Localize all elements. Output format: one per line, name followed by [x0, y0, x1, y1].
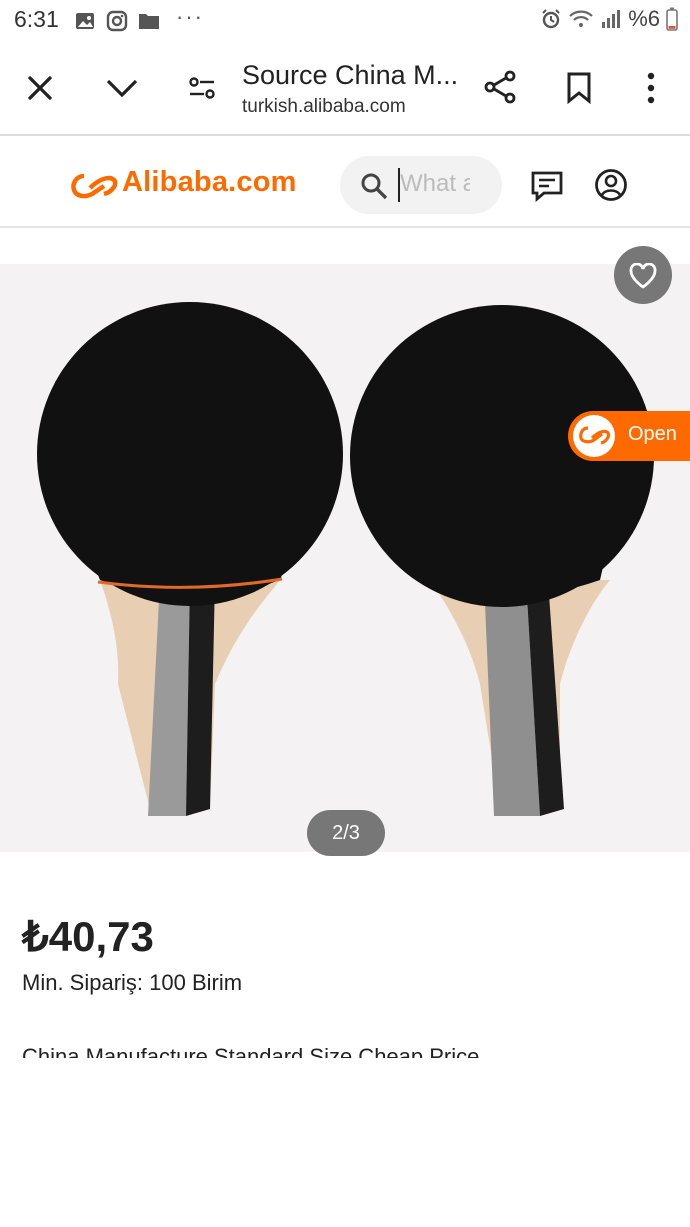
status-time: 6:31	[14, 6, 59, 32]
account-icon[interactable]	[594, 168, 628, 202]
page-settings-icon[interactable]	[188, 74, 216, 102]
folder-icon	[139, 14, 159, 29]
page-title[interactable]: Source China M...	[242, 60, 458, 91]
share-icon[interactable]	[484, 70, 516, 104]
alarm-icon	[542, 9, 560, 29]
product-image	[37, 302, 654, 816]
heart-icon	[629, 263, 657, 289]
instagram-icon	[106, 10, 128, 32]
search-icon	[361, 173, 388, 200]
more-notifications-icon: ···	[176, 4, 204, 29]
battery-percent: %6	[628, 6, 660, 31]
status-bar: 6:31 ··· %6	[0, 0, 690, 44]
min-order: Min. Sipariş: 100 Birim	[22, 970, 243, 995]
search-input[interactable]: What a	[340, 156, 502, 214]
gallery-icon	[76, 13, 94, 29]
battery-icon	[666, 7, 678, 31]
open-app-button[interactable]: Open	[568, 411, 690, 461]
more-options-icon[interactable]	[644, 72, 658, 104]
signal-icon	[602, 10, 621, 28]
image-counter: 2/3	[307, 810, 385, 856]
wifi-icon	[569, 10, 593, 27]
status-indicators: %6	[540, 6, 678, 32]
open-app-label: Open	[628, 423, 677, 445]
product-image-gallery[interactable]	[0, 264, 690, 852]
search-placeholder: What a	[400, 170, 470, 197]
browser-toolbar: Source China M... turkish.alibaba.com	[0, 44, 690, 136]
alibaba-app-icon	[573, 415, 615, 457]
alibaba-logo-icon[interactable]	[70, 172, 120, 200]
product-title-text: China Manufacture Standard Size Cheap Pr…	[22, 1044, 480, 1058]
close-icon[interactable]	[26, 74, 54, 102]
product-title[interactable]: China Manufacture Standard Size Cheap Pr…	[22, 1044, 682, 1058]
bookmark-icon[interactable]	[566, 72, 592, 104]
chevron-down-icon[interactable]	[106, 78, 138, 98]
favorite-button[interactable]	[614, 246, 672, 304]
alibaba-logo[interactable]: Alibaba.com	[122, 166, 297, 199]
page-url[interactable]: turkish.alibaba.com	[242, 96, 406, 118]
product-price: ₺40,73	[22, 913, 154, 960]
site-header: Alibaba.com What a	[0, 136, 690, 228]
messages-icon[interactable]	[530, 170, 564, 202]
